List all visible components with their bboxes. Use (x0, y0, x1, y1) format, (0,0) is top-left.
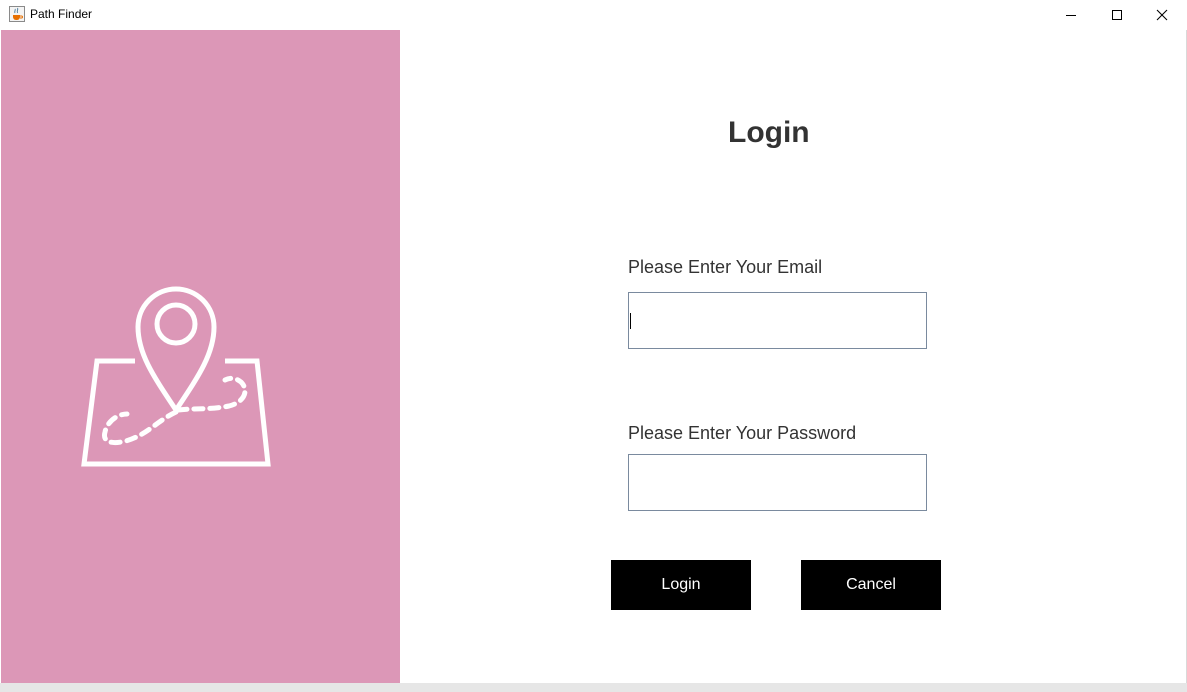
email-field[interactable] (628, 292, 927, 349)
map-pin-route-icon (81, 286, 271, 467)
login-button[interactable]: Login (611, 560, 751, 610)
window-title: Path Finder (30, 7, 93, 21)
close-button[interactable] (1139, 0, 1185, 29)
minimize-button[interactable] (1048, 0, 1094, 29)
java-cup-icon (9, 6, 25, 22)
text-caret (630, 313, 631, 329)
login-heading: Login (728, 116, 810, 149)
maximize-icon (1112, 9, 1122, 20)
title-bar[interactable]: Path Finder (0, 0, 1187, 30)
email-label: Please Enter Your Email (628, 257, 823, 277)
password-field[interactable] (628, 454, 927, 511)
branding-panel (1, 30, 400, 683)
minimize-icon (1066, 14, 1076, 16)
login-panel: Login Please Enter Your Email Please Ent… (400, 30, 1178, 683)
close-icon (1156, 9, 1168, 20)
password-label: Please Enter Your Password (628, 423, 857, 443)
window-bottom-edge (0, 683, 1187, 692)
maximize-button[interactable] (1094, 0, 1140, 29)
app-window: Path Finder Login Please Enter Your Emai… (0, 0, 1187, 692)
cancel-button[interactable]: Cancel (801, 560, 941, 610)
